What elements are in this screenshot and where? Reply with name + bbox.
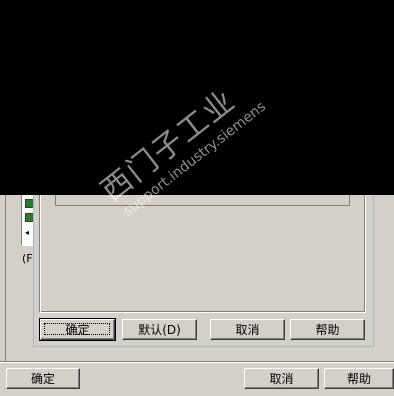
dialog-cancel-label: 取消	[235, 322, 260, 337]
dialog-ok-label: 确定	[65, 322, 90, 337]
window-ok-label: 确定	[30, 371, 55, 386]
dialog-list-box[interactable]	[55, 195, 350, 206]
dialog-default-button[interactable]: 默认(D)	[122, 319, 197, 340]
dialog-groupbox	[39, 195, 366, 313]
window-cancel-button[interactable]: 取消	[244, 368, 319, 389]
background-label: (F	[22, 252, 33, 265]
window-help-button[interactable]: 帮助	[324, 368, 394, 389]
window-separator	[0, 361, 394, 363]
dialog-cancel-button[interactable]: 取消	[210, 319, 285, 340]
dialog-default-label: 默认(D)	[138, 322, 181, 337]
scroll-left-icon[interactable]: ◂	[25, 228, 29, 237]
window-left-edge	[5, 195, 6, 361]
window-cancel-label: 取消	[269, 371, 294, 386]
dialog-ok-button[interactable]: 确定	[39, 318, 116, 341]
window-ok-button[interactable]: 确定	[6, 368, 80, 389]
dialog-help-label: 帮助	[315, 322, 340, 337]
dialog-help-button[interactable]: 帮助	[290, 319, 365, 340]
window-help-label: 帮助	[346, 371, 371, 386]
obscured-region	[0, 0, 394, 195]
